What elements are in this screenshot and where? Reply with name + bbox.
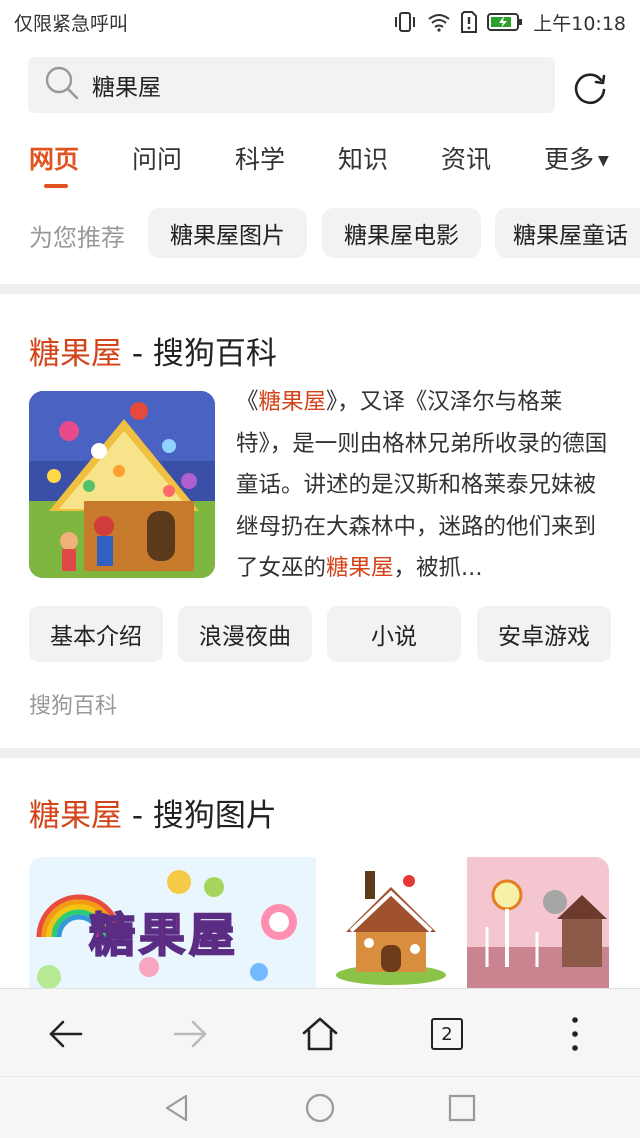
nav-home-button[interactable] [303,1091,337,1125]
baike-link-romantic-nocturne[interactable]: 浪漫夜曲 [178,606,312,662]
vibrate-icon [393,11,417,33]
baike-card-title[interactable]: 糖果屋 - 搜狗百科 [29,328,277,373]
image-logo-text: 糖果屋 [88,907,239,963]
system-nav-bar [0,1076,640,1138]
arrow-right-icon [173,1020,207,1048]
tab-count: 2 [441,1023,453,1045]
recommend-chip-movie[interactable]: 糖果屋电影 [322,208,481,258]
refresh-icon [574,73,606,105]
section-divider [0,748,640,758]
baike-link-android-game[interactable]: 安卓游戏 [477,606,611,662]
back-button[interactable] [42,1011,88,1057]
more-vertical-icon [572,1017,578,1051]
search-icon [44,65,80,105]
triangle-back-icon [165,1094,188,1122]
tab-wenwen[interactable]: 问问 [132,140,182,176]
caret-down-icon: ▼ [598,153,609,169]
baike-thumbnail[interactable] [29,391,215,578]
baike-source: 搜狗百科 [29,694,118,719]
recommend-chip-images[interactable]: 糖果屋图片 [148,208,307,258]
recommend-label: 为您推荐 [29,224,125,252]
section-divider [0,284,640,294]
emergency-call-text: 仅限紧急呼叫 [14,12,129,35]
baike-link-basic-intro[interactable]: 基本介绍 [29,606,163,662]
search-input[interactable]: 糖果屋 [92,68,161,102]
tabs-button[interactable]: 2 [424,1011,470,1057]
tab-more-label: 更多 [544,145,595,174]
search-bar[interactable]: 糖果屋 [28,57,555,113]
active-tab-indicator [44,184,68,188]
tab-more[interactable]: 更多 ▼ [544,140,609,176]
browser-toolbar: 2 [0,988,640,1076]
square-recents-icon [448,1094,476,1122]
tab-knowledge[interactable]: 知识 [338,140,388,176]
circle-home-icon [305,1093,335,1123]
home-icon [302,1017,338,1051]
sim-alert-icon [461,11,478,33]
tab-webpage[interactable]: 网页 [29,140,79,176]
battery-icon [487,12,523,32]
recommend-chip-fairytale[interactable]: 糖果屋童话 [495,208,640,258]
menu-button[interactable] [552,1011,598,1057]
image-strip: 糖果屋 [29,857,609,990]
wifi-icon [427,12,451,32]
image-result-3[interactable] [467,857,609,990]
image-result-1[interactable]: 糖果屋 [29,857,316,990]
status-bar: 仅限紧急呼叫 上午10:18 [0,0,640,44]
recommend-row: 为您推荐 糖果屋图片 糖果屋电影 糖果屋童话 [0,208,640,260]
forward-button[interactable] [168,1011,214,1057]
tab-science[interactable]: 科学 [235,140,285,176]
image-result-2[interactable] [321,857,462,990]
nav-recents-button[interactable] [445,1091,479,1125]
nav-back-button[interactable] [160,1091,194,1125]
tab-count-box: 2 [431,1018,463,1050]
tab-news[interactable]: 资讯 [441,140,491,176]
clock: 上午10:18 [533,12,626,35]
search-tabs: 网页 问问 科学 知识 资讯 更多 ▼ [0,140,640,190]
baike-summary[interactable]: 《糖果屋》，又译《汉泽尔与格莱特》，是一则由格林兄弟所收录的德国童话。讲述的是汉… [236,382,616,590]
image-card-title[interactable]: 糖果屋 - 搜狗图片 [29,790,277,835]
baike-link-novel[interactable]: 小说 [327,606,461,662]
home-button[interactable] [297,1011,343,1057]
arrow-left-icon [49,1020,83,1048]
refresh-button[interactable] [570,68,610,108]
